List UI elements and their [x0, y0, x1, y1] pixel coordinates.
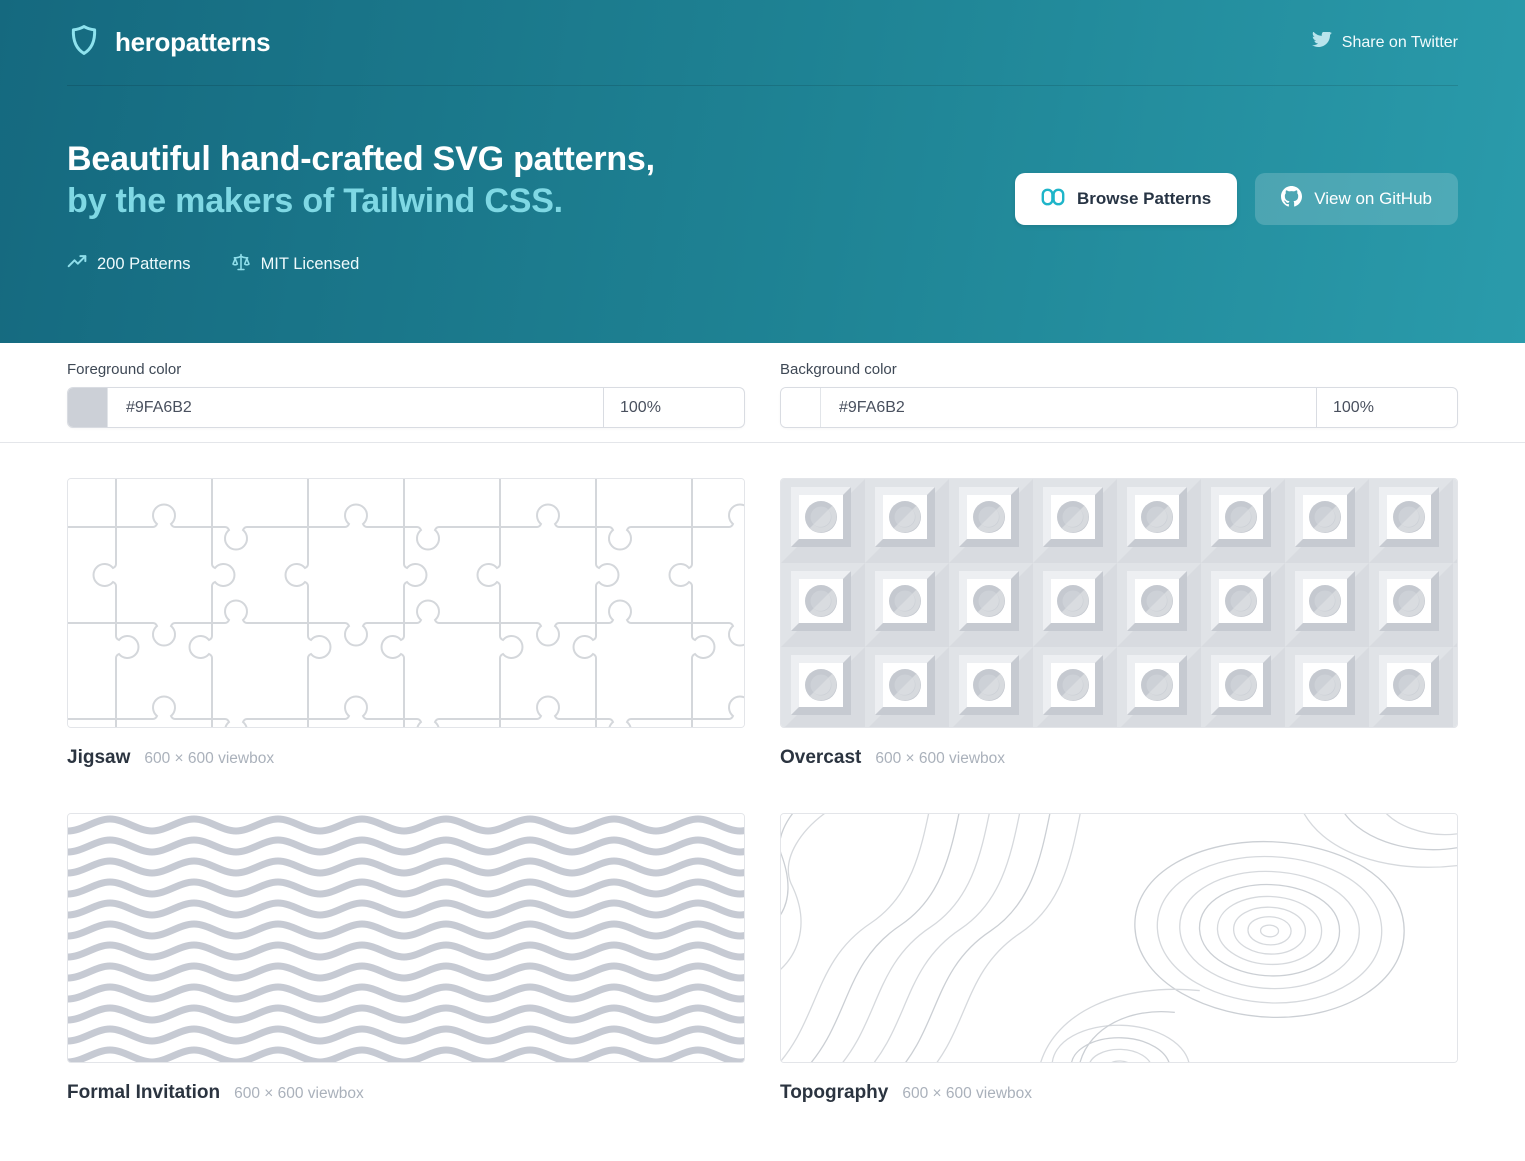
- pattern-card-formal-invitation: Formal Invitation 600 × 600 viewbox: [67, 813, 745, 1104]
- patterns-icon: [1041, 185, 1065, 214]
- page-title: Beautiful hand-crafted SVG patterns, by …: [67, 138, 655, 222]
- foreground-opacity-input[interactable]: [603, 388, 744, 427]
- view-on-github-button[interactable]: View on GitHub: [1255, 173, 1458, 225]
- pattern-viewbox: 600 × 600 viewbox: [902, 1085, 1032, 1103]
- foreground-color-swatch[interactable]: [68, 388, 108, 427]
- pattern-caption: Formal Invitation 600 × 600 viewbox: [67, 1082, 745, 1104]
- background-opacity-input[interactable]: [1316, 388, 1457, 427]
- github-icon: [1281, 186, 1302, 212]
- brand-name: heropatterns: [115, 27, 270, 58]
- foreground-color-label: Foreground color: [67, 361, 745, 378]
- nav-bar: heropatterns Share on Twitter: [67, 0, 1458, 86]
- pattern-card-overcast: Overcast 600 × 600 viewbox: [780, 478, 1458, 769]
- stats-row: 200 Patterns MIT Licensed: [67, 252, 655, 277]
- pattern-caption: Overcast 600 × 600 viewbox: [780, 747, 1458, 769]
- hero-left: Beautiful hand-crafted SVG patterns, by …: [67, 138, 655, 277]
- topography-pattern-tile[interactable]: [780, 813, 1458, 1063]
- background-color-label: Background color: [780, 361, 1458, 378]
- foreground-input-group: [67, 387, 745, 428]
- formal-invitation-pattern-tile[interactable]: [67, 813, 745, 1063]
- shield-icon: [67, 22, 101, 63]
- pattern-viewbox: 600 × 600 viewbox: [234, 1085, 364, 1103]
- color-controls: Foreground color Background color: [0, 343, 1525, 443]
- browse-patterns-label: Browse Patterns: [1077, 189, 1211, 209]
- view-on-github-label: View on GitHub: [1314, 189, 1432, 209]
- background-color-control: Background color: [780, 361, 1458, 442]
- twitter-icon: [1312, 32, 1332, 54]
- pattern-name: Topography: [780, 1082, 888, 1104]
- pattern-caption: Jigsaw 600 × 600 viewbox: [67, 747, 745, 769]
- pattern-grid: Jigsaw 600 × 600 viewbox: [67, 478, 1458, 1104]
- stat-label: MIT Licensed: [261, 255, 360, 274]
- stat-license: MIT Licensed: [231, 252, 360, 277]
- pattern-caption: Topography 600 × 600 viewbox: [780, 1082, 1458, 1104]
- heading-line-2: by the makers of Tailwind CSS.: [67, 182, 563, 220]
- jigsaw-pattern-tile[interactable]: [67, 478, 745, 728]
- background-input-group: [780, 387, 1458, 428]
- background-hex-input[interactable]: [821, 388, 1316, 427]
- pattern-viewbox: 600 × 600 viewbox: [144, 750, 274, 768]
- overcast-pattern-tile[interactable]: [780, 478, 1458, 728]
- trending-up-icon: [67, 252, 87, 277]
- browse-patterns-button[interactable]: Browse Patterns: [1015, 173, 1237, 225]
- pattern-card-jigsaw: Jigsaw 600 × 600 viewbox: [67, 478, 745, 769]
- scales-icon: [231, 252, 251, 277]
- hero-header: heropatterns Share on Twitter Beautiful …: [0, 0, 1525, 343]
- hero-main: Beautiful hand-crafted SVG patterns, by …: [67, 86, 1458, 277]
- heading-line-1: Beautiful hand-crafted SVG patterns,: [67, 140, 655, 178]
- background-color-swatch[interactable]: [781, 388, 821, 427]
- pattern-card-topography: Topography 600 × 600 viewbox: [780, 813, 1458, 1104]
- share-label: Share on Twitter: [1342, 34, 1458, 52]
- foreground-color-control: Foreground color: [67, 361, 745, 442]
- brand-logo[interactable]: heropatterns: [67, 22, 270, 63]
- cta-buttons: Browse Patterns View on GitHub: [1015, 173, 1458, 225]
- pattern-name: Jigsaw: [67, 747, 130, 769]
- foreground-hex-input[interactable]: [108, 388, 603, 427]
- stat-pattern-count: 200 Patterns: [67, 252, 191, 277]
- pattern-name: Formal Invitation: [67, 1082, 220, 1104]
- pattern-name: Overcast: [780, 747, 861, 769]
- pattern-viewbox: 600 × 600 viewbox: [875, 750, 1005, 768]
- stat-label: 200 Patterns: [97, 255, 191, 274]
- share-on-twitter-link[interactable]: Share on Twitter: [1312, 32, 1458, 54]
